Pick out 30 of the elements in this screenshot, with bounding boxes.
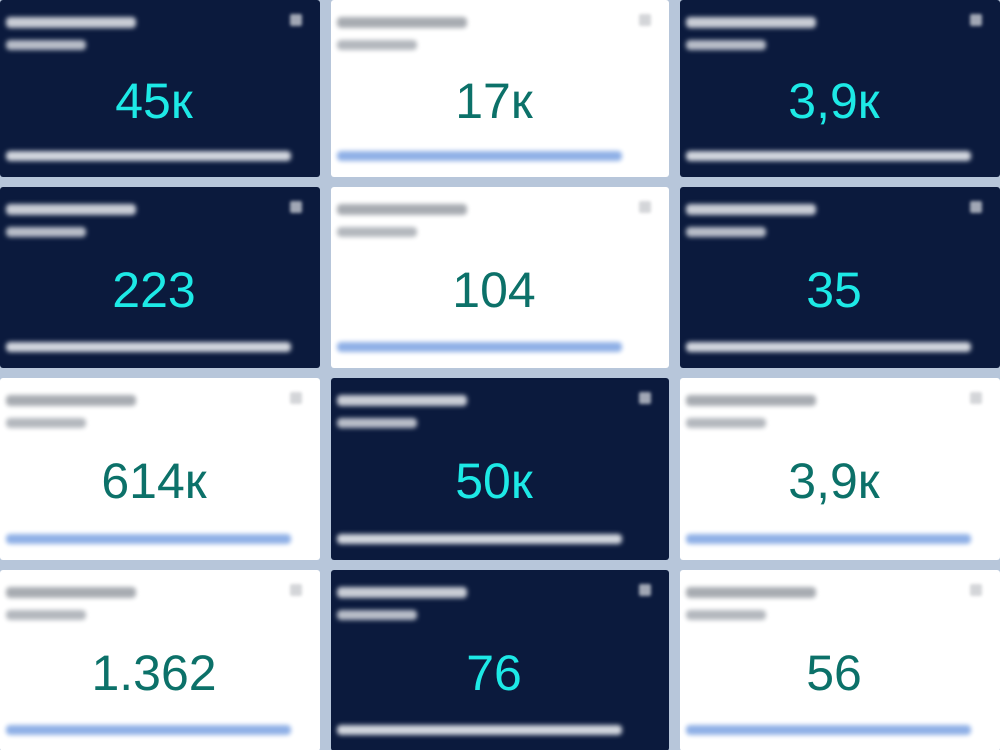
blurred-report-link[interactable] (337, 725, 622, 735)
kpi-value: 614к (101, 456, 207, 506)
kpi-value: 56 (806, 648, 862, 698)
blurred-report-link[interactable] (6, 534, 291, 544)
kpi-value: 76 (466, 648, 522, 698)
kpi-value: 1.362 (91, 648, 217, 698)
kpi-value: 104 (452, 264, 536, 314)
kpi-value: 223 (112, 264, 196, 314)
blurred-square-icon[interactable] (970, 14, 982, 26)
blurred-report-link[interactable] (6, 342, 291, 352)
kpi-value: 3,9к (788, 456, 880, 506)
kpi-value: 35 (806, 264, 862, 314)
blurred-report-link[interactable] (6, 725, 291, 735)
blurred-square-icon[interactable] (290, 14, 302, 26)
kpi-value: 3,9к (788, 76, 880, 126)
blurred-report-link[interactable] (686, 151, 971, 161)
blurred-report-link[interactable] (686, 534, 971, 544)
blurred-report-link[interactable] (337, 534, 622, 544)
blurred-report-link[interactable] (337, 151, 622, 161)
blurred-square-icon[interactable] (639, 584, 651, 596)
blurred-report-link[interactable] (6, 151, 291, 161)
blurred-report-link[interactable] (686, 725, 971, 735)
blurred-square-icon[interactable] (970, 201, 982, 213)
blurred-report-link[interactable] (686, 342, 971, 352)
kpi-value: 50к (455, 456, 533, 506)
blurred-square-icon[interactable] (290, 201, 302, 213)
blurred-report-link[interactable] (337, 342, 622, 352)
kpi-value: 45к (115, 76, 193, 126)
blurred-square-icon[interactable] (639, 392, 651, 404)
kpi-value: 17к (455, 76, 533, 126)
